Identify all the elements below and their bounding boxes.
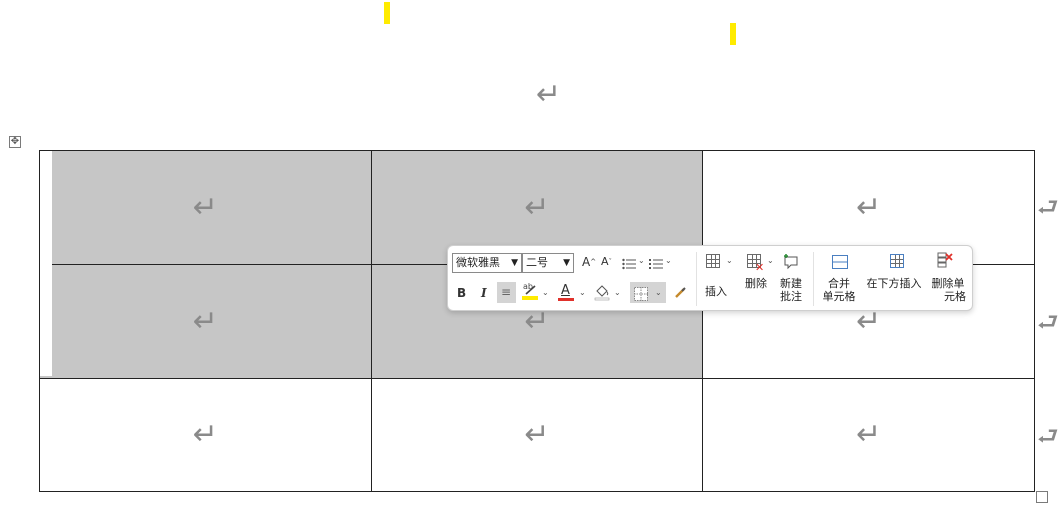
delete-cell-icon — [935, 252, 953, 270]
highlight-button[interactable]: ab — [521, 282, 539, 302]
table-cell[interactable]: ↵ — [39, 264, 372, 379]
font-size-value: 二号 — [526, 256, 548, 269]
insert-below-icon — [890, 254, 904, 268]
paragraph-mark: ↵ — [856, 189, 882, 225]
insert-below-button[interactable]: 在下方插入 — [862, 277, 926, 290]
grow-font-icon: A — [582, 255, 591, 269]
font-name-value: 微软雅黑 — [456, 256, 500, 269]
delete-cell-button[interactable]: 删除单 元格 — [927, 277, 969, 303]
shrink-font-icon: A — [601, 255, 609, 268]
shrink-font-button[interactable]: Aˇ — [601, 255, 612, 269]
new-comment-icon — [782, 252, 800, 270]
table-row: ↵ ↵ ↵ — [39, 378, 1035, 492]
paragraph-mark: ↵ — [192, 417, 218, 452]
delete-cell-label-line2: 元格 — [944, 290, 966, 303]
table-cell[interactable]: ↵ — [39, 150, 372, 265]
chevron-down-icon: ▼ — [563, 258, 570, 268]
selection-left-gap — [40, 151, 52, 376]
italic-button[interactable]: I — [481, 286, 487, 300]
bold-button[interactable]: B — [457, 286, 466, 300]
table-resize-handle[interactable] — [1036, 491, 1048, 503]
paragraph-mark: ↵ — [192, 303, 218, 339]
chevron-down-icon: ▼ — [511, 258, 518, 268]
table-cell[interactable]: ↵ — [39, 378, 372, 492]
borders-icon[interactable] — [634, 286, 648, 301]
merge-cells-label-line1: 合并 — [828, 277, 850, 290]
table-cell[interactable]: ↵ — [702, 378, 1035, 492]
grow-font-button[interactable]: A^ — [582, 255, 596, 269]
delete-cell-label-line1: 删除单 — [931, 277, 965, 290]
chevron-down-icon[interactable]: ⌄ — [614, 288, 621, 297]
font-size-dropdown[interactable]: 二号 ▼ — [522, 253, 574, 273]
table-cell[interactable]: ↵ — [370, 378, 704, 492]
font-name-dropdown[interactable]: 微软雅黑 ▼ — [452, 253, 522, 273]
font-color-button[interactable]: A — [558, 282, 574, 302]
highlight-mark — [730, 23, 736, 45]
delete-x-icon: ✕ — [755, 261, 765, 274]
format-painter-icon[interactable] — [673, 285, 687, 299]
new-comment-button[interactable]: 新建 批注 — [777, 277, 805, 303]
font-color-icon: A — [561, 283, 570, 298]
new-comment-label-line1: 新建 — [780, 277, 802, 290]
shading-icon[interactable] — [594, 283, 610, 301]
chevron-down-icon[interactable]: ⌄ — [542, 288, 549, 297]
paragraph-mark: ↵ — [524, 417, 550, 452]
paragraph-mark: ↵ — [856, 417, 882, 452]
merge-cells-button[interactable]: 合并 单元格 — [816, 277, 862, 303]
chevron-down-icon[interactable]: ⌄ — [579, 288, 586, 297]
chevron-down-icon[interactable]: ⌄ — [655, 288, 662, 297]
delete-button[interactable]: 删除 — [741, 277, 771, 290]
end-of-row-mark: ⮐ — [1037, 308, 1058, 336]
merge-cells-label-line2: 单元格 — [822, 290, 856, 303]
new-comment-label-line2: 批注 — [780, 290, 802, 303]
paragraph-mark: ↵ — [524, 189, 550, 225]
end-of-row-mark: ⮐ — [1037, 422, 1058, 450]
insert-button[interactable]: 插入 — [701, 285, 731, 298]
align-center-icon[interactable]: ≡ — [501, 285, 511, 299]
numbering-icon[interactable] — [649, 255, 663, 269]
highlight-mark — [384, 2, 390, 24]
chevron-down-icon[interactable]: ⌄ — [726, 256, 733, 265]
chevron-down-icon[interactable]: ⌄ — [638, 256, 645, 265]
chevron-down-icon[interactable]: ⌄ — [767, 256, 774, 265]
mini-toolbar: 微软雅黑 ▼ 二号 ▼ A^ Aˇ ⌄ ⌄ B I ≡ ab ⌄ A ⌄ ⌄ ⌄… — [447, 245, 973, 311]
chevron-down-icon[interactable]: ⌄ — [665, 256, 672, 265]
paragraph-mark: ↵ — [192, 189, 218, 225]
insert-table-icon — [706, 254, 720, 268]
toolbar-separator — [813, 252, 814, 306]
merge-cells-icon — [832, 254, 848, 269]
paragraph-mark: ↵ — [536, 77, 562, 112]
document-table: ↵ ↵ ↵ ↵ ↵ ↵ ↵ ↵ ↵ — [39, 150, 1035, 492]
table-move-handle-icon[interactable]: ✥ — [9, 136, 21, 148]
toolbar-separator — [696, 252, 697, 306]
end-of-row-mark: ⮐ — [1037, 193, 1058, 221]
bullets-icon[interactable] — [622, 255, 636, 270]
